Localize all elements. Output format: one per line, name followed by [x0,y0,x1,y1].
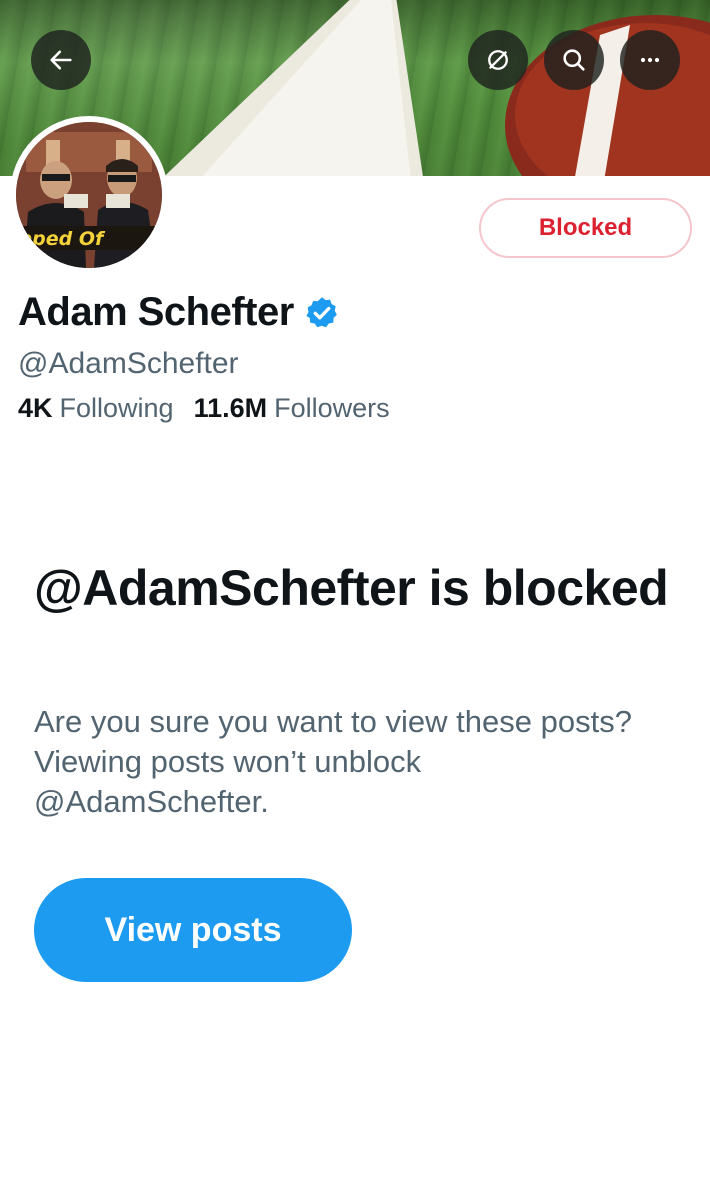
avatar-image: lpped Of [16,122,162,268]
search-icon [563,49,585,71]
followers-label: Followers [274,393,390,423]
more-button[interactable] [620,30,680,90]
verified-badge-icon[interactable] [304,295,340,331]
unfollow-icon [488,50,508,70]
view-posts-button[interactable]: View posts [34,878,352,982]
profile-name-row: Adam Schefter [18,290,340,335]
avatar[interactable]: lpped Of [10,116,168,274]
follow-stats: 4K Following 11.6M Followers [18,393,390,424]
following-stat[interactable]: 4K Following [18,393,174,424]
blocked-description: Are you sure you want to view these post… [34,704,632,819]
following-count: 4K [18,393,53,423]
svg-text:lpped Of: lpped Of [16,228,106,250]
blocked-title: @AdamSchefter is blocked [34,560,669,616]
followers-stat[interactable]: 11.6M Followers [194,393,390,424]
blocked-button[interactable]: Blocked [479,198,692,258]
field-chalk-line [164,0,423,176]
handle: @AdamSchefter [18,347,239,380]
display-name: Adam Schefter [18,290,294,334]
followers-count: 11.6M [193,393,268,423]
more-icon [640,57,660,63]
unfollow-button[interactable] [468,30,528,90]
football-image [505,15,710,176]
back-button[interactable] [31,30,91,90]
back-arrow-icon [50,50,72,70]
search-button[interactable] [544,30,604,90]
following-label: Following [59,393,174,423]
